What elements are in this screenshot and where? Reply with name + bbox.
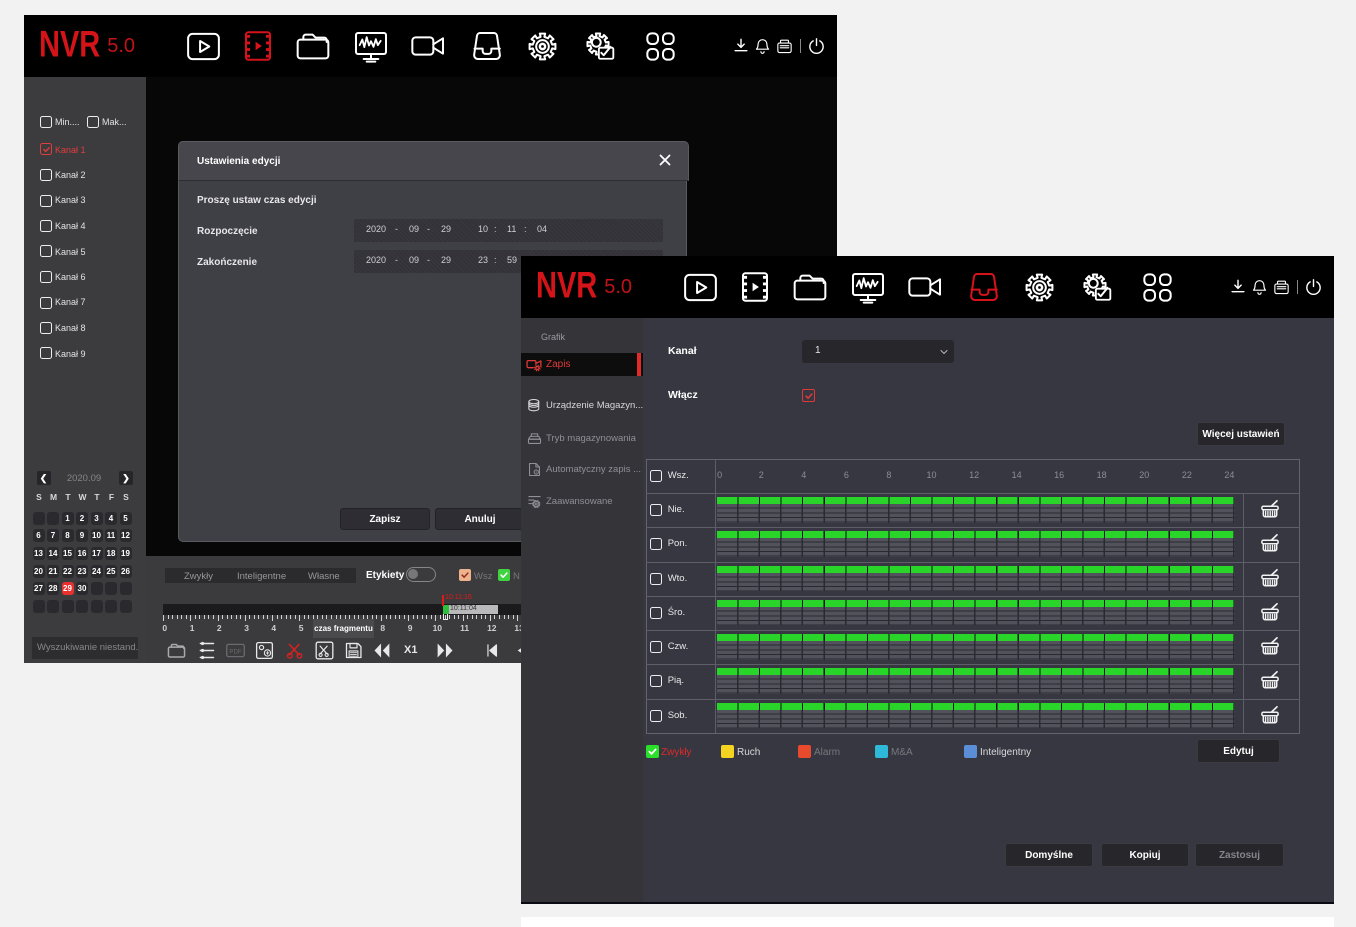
svg-text:PDF: PDF [229, 649, 241, 656]
